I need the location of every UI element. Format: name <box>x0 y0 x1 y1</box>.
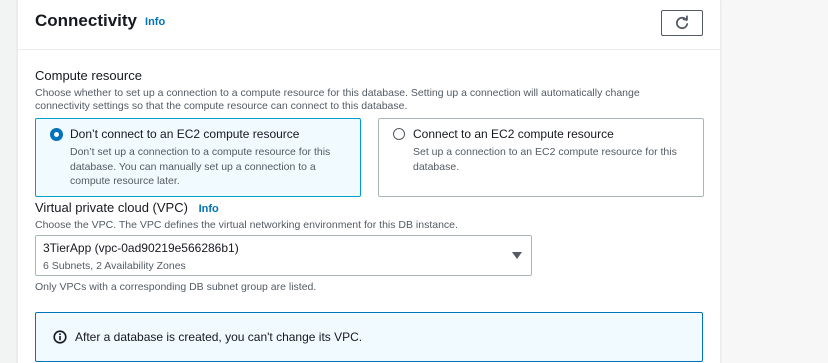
vpc-info-link[interactable]: Info <box>199 203 219 215</box>
option-dont-connect-desc-line-3: compute resource later. <box>70 175 180 187</box>
option-dont-connect-description: Don’t set up a connection to a compute r… <box>70 145 330 189</box>
option-dont-connect-desc-line-1: Don’t set up a connection to a compute r… <box>70 146 331 158</box>
option-dont-connect-desc-line-2: database. You can manually set up a conn… <box>70 160 316 173</box>
radio-connect-ec2[interactable] <box>393 128 405 140</box>
compute-resource-label: Compute resource <box>35 68 142 83</box>
option-connect-ec2-title: Connect to an EC2 compute resource <box>413 127 614 141</box>
option-connect-ec2-description: Set up a connection to an EC2 compute re… <box>413 145 677 174</box>
vpc-description: Choose the VPC. The VPC defines the virt… <box>35 219 458 231</box>
option-connect-ec2-desc-line-2: database. <box>413 160 460 173</box>
compute-description-line-1: Choose whether to set up a connection to… <box>35 87 640 99</box>
option-dont-connect-title: Don’t connect to an EC2 compute resource <box>70 127 300 141</box>
refresh-icon <box>676 15 689 30</box>
vpc-info-alert: After a database is created, you can't c… <box>35 312 703 362</box>
vpc-label: Virtual private cloud (VPC) Info <box>35 200 219 215</box>
panel-header: Connectivity Info <box>18 0 720 50</box>
option-connect-ec2-desc-line-1: Set up a connection to an EC2 compute re… <box>413 146 677 158</box>
connectivity-panel: Connectivity Info Compute resource Choose… <box>17 0 721 363</box>
alert-message: After a database is created, you can't c… <box>75 330 363 344</box>
radio-dont-connect[interactable] <box>50 128 63 141</box>
vpc-hint: Only VPCs with a corresponding DB subnet… <box>35 281 317 293</box>
panel-title: Connectivity Info <box>35 11 165 31</box>
vpc-select[interactable]: 3TierApp (vpc-0ad90219e566286b1) 6 Subne… <box>35 235 532 276</box>
vpc-selected-detail: 6 Subnets, 2 Availability Zones <box>43 260 186 272</box>
vpc-selected-value: 3TierApp (vpc-0ad90219e566286b1) <box>43 241 239 255</box>
compute-resource-description: Choose whether to set up a connection to… <box>35 87 640 113</box>
refresh-button[interactable] <box>661 10 703 36</box>
option-dont-connect-ec2[interactable]: Don’t connect to an EC2 compute resource… <box>35 118 361 197</box>
caret-down-icon <box>512 252 522 259</box>
connectivity-info-link[interactable]: Info <box>145 16 165 28</box>
info-circle-icon <box>53 330 67 344</box>
option-connect-ec2[interactable]: Connect to an EC2 compute resource Set u… <box>378 118 704 197</box>
compute-description-line-2: connectivity settings so that the comput… <box>35 100 408 112</box>
panel-title-text: Connectivity <box>35 11 138 30</box>
page-background-right <box>721 0 828 363</box>
vpc-label-text: Virtual private cloud (VPC) <box>35 200 188 215</box>
